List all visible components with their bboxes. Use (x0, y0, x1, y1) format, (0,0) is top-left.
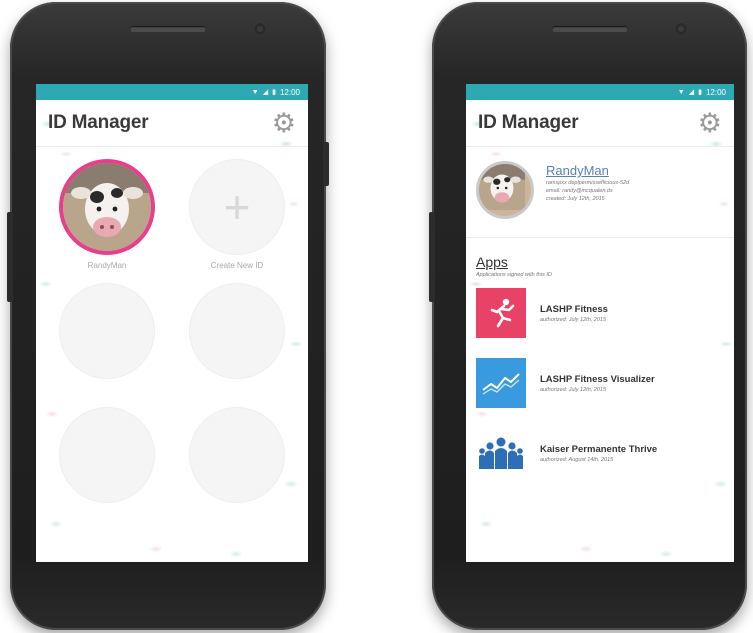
people-icon (476, 428, 526, 478)
right-screen: ▼ ◢ ▮ 12:00 ID Manager ⚙ RandyMan ramspx… (466, 84, 734, 562)
app-item-lashp-fitness[interactable]: LASHP Fitness authorized: July 12th, 201… (466, 278, 734, 348)
avatar[interactable] (59, 159, 155, 255)
id-grid: RandyMan + Create New ID (36, 147, 308, 519)
settings-gear-icon[interactable]: ⚙ (698, 109, 722, 137)
empty-id-slot (42, 407, 172, 519)
cow-avatar-icon (479, 164, 525, 210)
id-tile-randyman[interactable]: RandyMan (42, 159, 172, 271)
battery-icon: ▮ (698, 88, 702, 96)
battery-icon: ▮ (272, 88, 276, 96)
plus-icon: + (223, 181, 251, 233)
app-header: ID Manager ⚙ (466, 100, 734, 147)
empty-id-slot (42, 283, 172, 395)
chart-icon (476, 358, 526, 408)
settings-gear-icon[interactable]: ⚙ (272, 109, 296, 137)
status-time: 12:00 (705, 87, 726, 97)
app-title: ID Manager (478, 112, 579, 133)
front-camera (675, 23, 687, 35)
wifi-icon: ▼ (677, 88, 685, 96)
front-camera (254, 23, 266, 35)
id-label: Create New ID (210, 261, 264, 270)
app-auth-date: authorized: July 12th, 2015 (540, 316, 607, 323)
app-name: LASHP Fitness Visualizer (540, 373, 655, 385)
volume-button (7, 212, 13, 302)
signal-icon: ◢ (688, 88, 695, 96)
left-phone: ▼ ◢ ▮ 12:00 ID Manager ⚙ RandyMan + Crea… (7, 2, 329, 630)
runner-icon (476, 288, 526, 338)
status-bar: ▼ ◢ ▮ 12:00 (36, 84, 308, 100)
create-new-id-tile[interactable]: + Create New ID (172, 159, 302, 271)
wifi-icon: ▼ (251, 88, 259, 96)
profile-card: RandyMan ramspxx deplpermissefficious-52… (466, 147, 734, 238)
app-header: ID Manager ⚙ (36, 100, 308, 147)
profile-info: RandyMan ramspxx deplpermissefficious-52… (546, 161, 629, 202)
empty-id-slot (172, 283, 302, 395)
empty-id-slot (172, 407, 302, 519)
avatar (476, 161, 534, 219)
apps-section-header: Apps Applications signed with this ID (466, 238, 734, 278)
profile-detail-line: email: randy@mcqualen.ds (546, 188, 613, 194)
cow-avatar-icon (63, 163, 151, 251)
app-item-lashp-fitness-visualizer[interactable]: LASHP Fitness Visualizer authorized: Jul… (466, 348, 734, 418)
profile-name-link[interactable]: RandyMan (546, 163, 629, 178)
app-auth-date: authorized: July 12th, 2015 (540, 386, 607, 393)
app-item-kaiser-permanente-thrive[interactable]: Kaiser Permanente Thrive authorized: Aug… (466, 418, 734, 488)
speaker-grille (130, 26, 206, 32)
left-screen: ▼ ◢ ▮ 12:00 ID Manager ⚙ RandyMan + Crea… (36, 84, 308, 562)
app-auth-date: authorized: August 14th, 2015 (540, 456, 614, 463)
profile-detail-line: ramspxx deplpermissefficious-52d (546, 180, 630, 186)
right-phone: ▼ ◢ ▮ 12:00 ID Manager ⚙ RandyMan ramspx… (429, 2, 747, 630)
empty-circle (189, 407, 285, 503)
id-label: RandyMan (87, 261, 127, 270)
power-button (323, 142, 329, 186)
speaker-grille (551, 26, 628, 32)
status-time: 12:00 (279, 87, 300, 97)
app-name: Kaiser Permanente Thrive (540, 443, 658, 455)
status-bar: ▼ ◢ ▮ 12:00 (466, 84, 734, 100)
empty-circle (59, 407, 155, 503)
app-name: LASHP Fitness (540, 303, 608, 315)
apps-title: Apps (476, 254, 508, 270)
signal-icon: ◢ (262, 88, 269, 96)
empty-circle (59, 283, 155, 379)
empty-circle (189, 283, 285, 379)
profile-detail-line: created: July 12th, 2015 (546, 196, 605, 202)
volume-button (429, 212, 435, 302)
app-title: ID Manager (48, 112, 149, 133)
create-id-button[interactable]: + (189, 159, 285, 255)
